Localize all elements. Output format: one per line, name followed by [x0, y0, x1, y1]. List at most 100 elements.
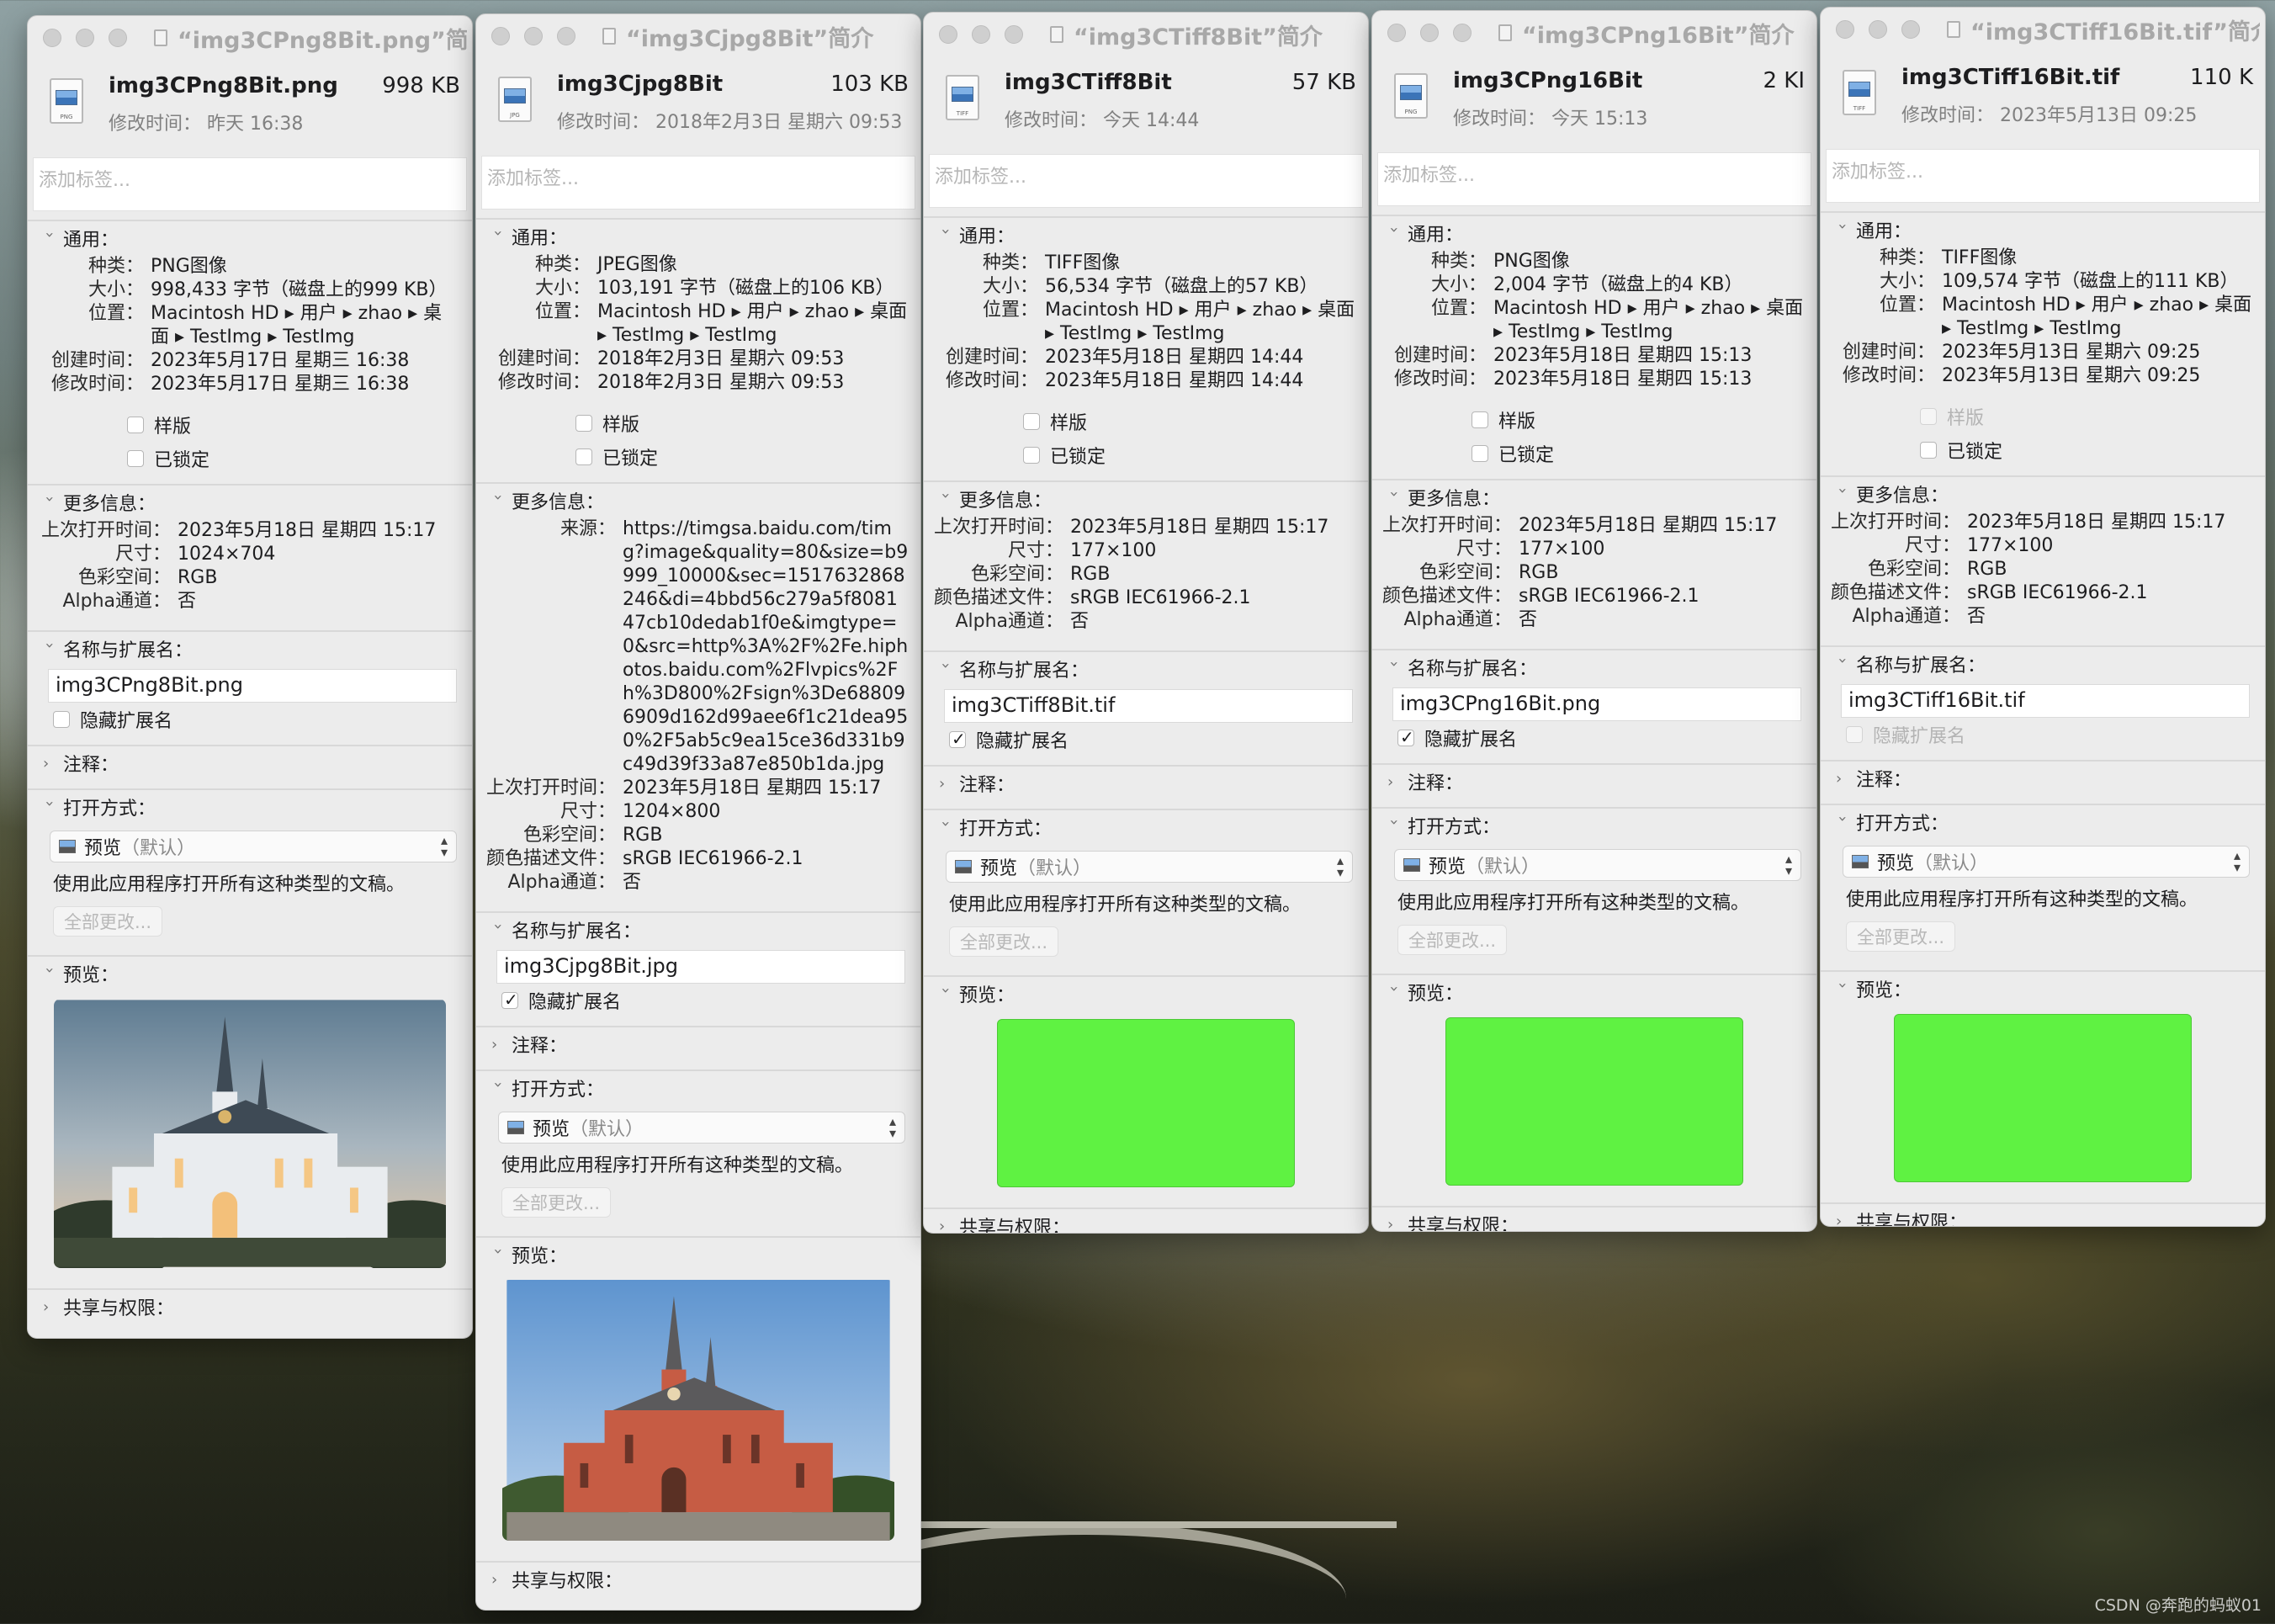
disclosure-open-icon[interactable]: ›: [1386, 661, 1403, 674]
stationery[interactable]: 样版: [476, 406, 920, 440]
more-info-header[interactable]: › 更多信息：: [28, 486, 472, 519]
hide-extension-checkbox[interactable]: [53, 711, 70, 728]
preview-header[interactable]: › 预览：: [28, 957, 472, 990]
sharing-header[interactable]: › 共享与权限：: [28, 1290, 472, 1324]
open-with-popup[interactable]: 预览 （默认） ▴ ▾: [50, 831, 457, 862]
disclosure-open-icon[interactable]: ›: [41, 967, 59, 980]
disclosure-closed-icon[interactable]: ›: [939, 1218, 959, 1234]
locked-checkbox[interactable]: [1023, 447, 1040, 464]
sharing-header[interactable]: › 共享与权限：: [924, 1209, 1368, 1234]
sharing-header[interactable]: › 共享与权限：: [1821, 1204, 2265, 1227]
change-all-button[interactable]: 全部更改...: [949, 926, 1059, 957]
locked[interactable]: 已锁定: [1372, 437, 1816, 470]
disclosure-closed-icon[interactable]: ›: [491, 1571, 512, 1589]
disclosure-open-icon[interactable]: ›: [490, 494, 507, 507]
more-info-header[interactable]: › 更多信息：: [924, 482, 1368, 516]
zoom-button[interactable]: [1453, 24, 1472, 42]
title-bar[interactable]: “img3CTiff8Bit”简介: [924, 13, 1368, 56]
locked-checkbox[interactable]: [1920, 442, 1937, 459]
info-window[interactable]: “img3CPng8Bit.png”简介 PNG img3CPng8Bit.png 9…: [27, 15, 473, 1339]
more-info-header[interactable]: › 更多信息：: [1821, 477, 2265, 511]
tags-input[interactable]: 添加标签...: [33, 157, 467, 211]
title-bar[interactable]: “img3CPng16Bit”简介: [1372, 11, 1816, 55]
hide-extension-checkbox[interactable]: [1846, 726, 1863, 743]
info-window[interactable]: “img3CTiff8Bit”简介 TIFF img3CTiff8Bit 57 KB 修…: [923, 12, 1369, 1234]
stationery[interactable]: 样版: [1821, 400, 2265, 433]
title-bar[interactable]: “img3Cjpg8Bit”简介: [476, 14, 920, 58]
general-header[interactable]: › 通用：: [1372, 216, 1816, 250]
zoom-button[interactable]: [1901, 20, 1920, 39]
change-all-button[interactable]: 全部更改...: [1846, 921, 1956, 952]
open-with-header[interactable]: › 打开方式：: [1821, 805, 2265, 839]
preview-header[interactable]: › 预览：: [1372, 975, 1816, 1009]
name-extension-header[interactable]: › 名称与扩展名：: [476, 913, 920, 947]
preview-header[interactable]: › 预览：: [476, 1238, 920, 1271]
preview-header[interactable]: › 预览：: [924, 977, 1368, 1011]
disclosure-open-icon[interactable]: ›: [1386, 819, 1403, 832]
disclosure-open-icon[interactable]: ›: [937, 228, 955, 241]
info-window[interactable]: “img3CTiff16Bit.tif”简介 TIFF img3CTiff16Bit…: [1820, 7, 2266, 1227]
stationery[interactable]: 样版: [28, 408, 472, 442]
disclosure-open-icon[interactable]: ›: [1834, 487, 1852, 501]
general-header[interactable]: › 通用：: [1821, 213, 2265, 247]
hide-extension[interactable]: 隐藏扩展名: [1372, 721, 1816, 755]
close-button[interactable]: [1836, 20, 1854, 39]
general-header[interactable]: › 通用：: [924, 218, 1368, 252]
hide-extension[interactable]: 隐藏扩展名: [1821, 718, 2265, 751]
disclosure-closed-icon[interactable]: ›: [1836, 770, 1856, 788]
hide-extension-checkbox[interactable]: [1397, 727, 1414, 747]
zoom-button[interactable]: [1005, 25, 1023, 44]
hide-extension[interactable]: 隐藏扩展名: [924, 723, 1368, 756]
title-bar[interactable]: “img3CTiff16Bit.tif”简介: [1821, 8, 2265, 51]
locked-checkbox[interactable]: [127, 450, 144, 467]
minimize-button[interactable]: [1420, 24, 1439, 42]
disclosure-open-icon[interactable]: ›: [1386, 985, 1403, 999]
disclosure-open-icon[interactable]: ›: [937, 820, 955, 834]
disclosure-closed-icon[interactable]: ›: [1387, 1216, 1408, 1232]
stationery-checkbox[interactable]: [1472, 411, 1488, 428]
name-extension-header[interactable]: › 名称与扩展名：: [28, 632, 472, 666]
tags-input[interactable]: 添加标签...: [1377, 152, 1811, 206]
disclosure-open-icon[interactable]: ›: [41, 231, 59, 245]
open-with-header[interactable]: › 打开方式：: [924, 810, 1368, 844]
disclosure-open-icon[interactable]: ›: [490, 1081, 507, 1095]
filename-field[interactable]: img3CTiff8Bit.tif: [944, 689, 1353, 723]
disclosure-open-icon[interactable]: ›: [937, 492, 955, 506]
filename-field[interactable]: img3CPng16Bit.png: [1392, 687, 1801, 721]
stationery-checkbox[interactable]: [127, 417, 144, 433]
disclosure-closed-icon[interactable]: ›: [43, 755, 63, 772]
name-extension-header[interactable]: › 名称与扩展名：: [1372, 650, 1816, 684]
general-header[interactable]: › 通用：: [28, 221, 472, 255]
tags-input[interactable]: 添加标签...: [1826, 149, 2260, 203]
comments-header[interactable]: › 注释：: [28, 746, 472, 780]
close-button[interactable]: [939, 25, 957, 44]
minimize-button[interactable]: [972, 25, 990, 44]
disclosure-open-icon[interactable]: ›: [1386, 226, 1403, 240]
comments-header[interactable]: › 注释：: [1821, 762, 2265, 795]
name-extension-header[interactable]: › 名称与扩展名：: [1821, 647, 2265, 681]
open-with-popup[interactable]: 预览 （默认） ▴ ▾: [1843, 846, 2250, 878]
more-info-header[interactable]: › 更多信息：: [1372, 480, 1816, 514]
hide-extension[interactable]: 隐藏扩展名: [28, 703, 472, 736]
disclosure-open-icon[interactable]: ›: [1834, 223, 1852, 236]
disclosure-open-icon[interactable]: ›: [1386, 491, 1403, 504]
filename-field[interactable]: img3CPng8Bit.png: [48, 669, 457, 703]
locked-checkbox[interactable]: [1472, 445, 1488, 462]
disclosure-open-icon[interactable]: ›: [1834, 982, 1852, 995]
locked[interactable]: 已锁定: [1821, 433, 2265, 467]
disclosure-open-icon[interactable]: ›: [937, 662, 955, 676]
close-button[interactable]: [1387, 24, 1406, 42]
open-with-header[interactable]: › 打开方式：: [1372, 809, 1816, 842]
disclosure-closed-icon[interactable]: ›: [1836, 1213, 1856, 1227]
minimize-button[interactable]: [1869, 20, 1887, 39]
sharing-header[interactable]: › 共享与权限：: [1372, 1207, 1816, 1232]
disclosure-closed-icon[interactable]: ›: [939, 775, 959, 793]
zoom-button[interactable]: [109, 29, 127, 47]
window-controls[interactable]: [939, 25, 1023, 44]
disclosure-open-icon[interactable]: ›: [937, 987, 955, 1000]
hide-extension-checkbox[interactable]: [949, 729, 966, 749]
info-window[interactable]: “img3CPng16Bit”简介 PNG img3CPng16Bit 2 KI 修改时…: [1371, 10, 1817, 1232]
hide-extension[interactable]: 隐藏扩展名: [476, 984, 920, 1017]
locked-checkbox[interactable]: [575, 448, 592, 465]
window-controls[interactable]: [43, 29, 127, 47]
